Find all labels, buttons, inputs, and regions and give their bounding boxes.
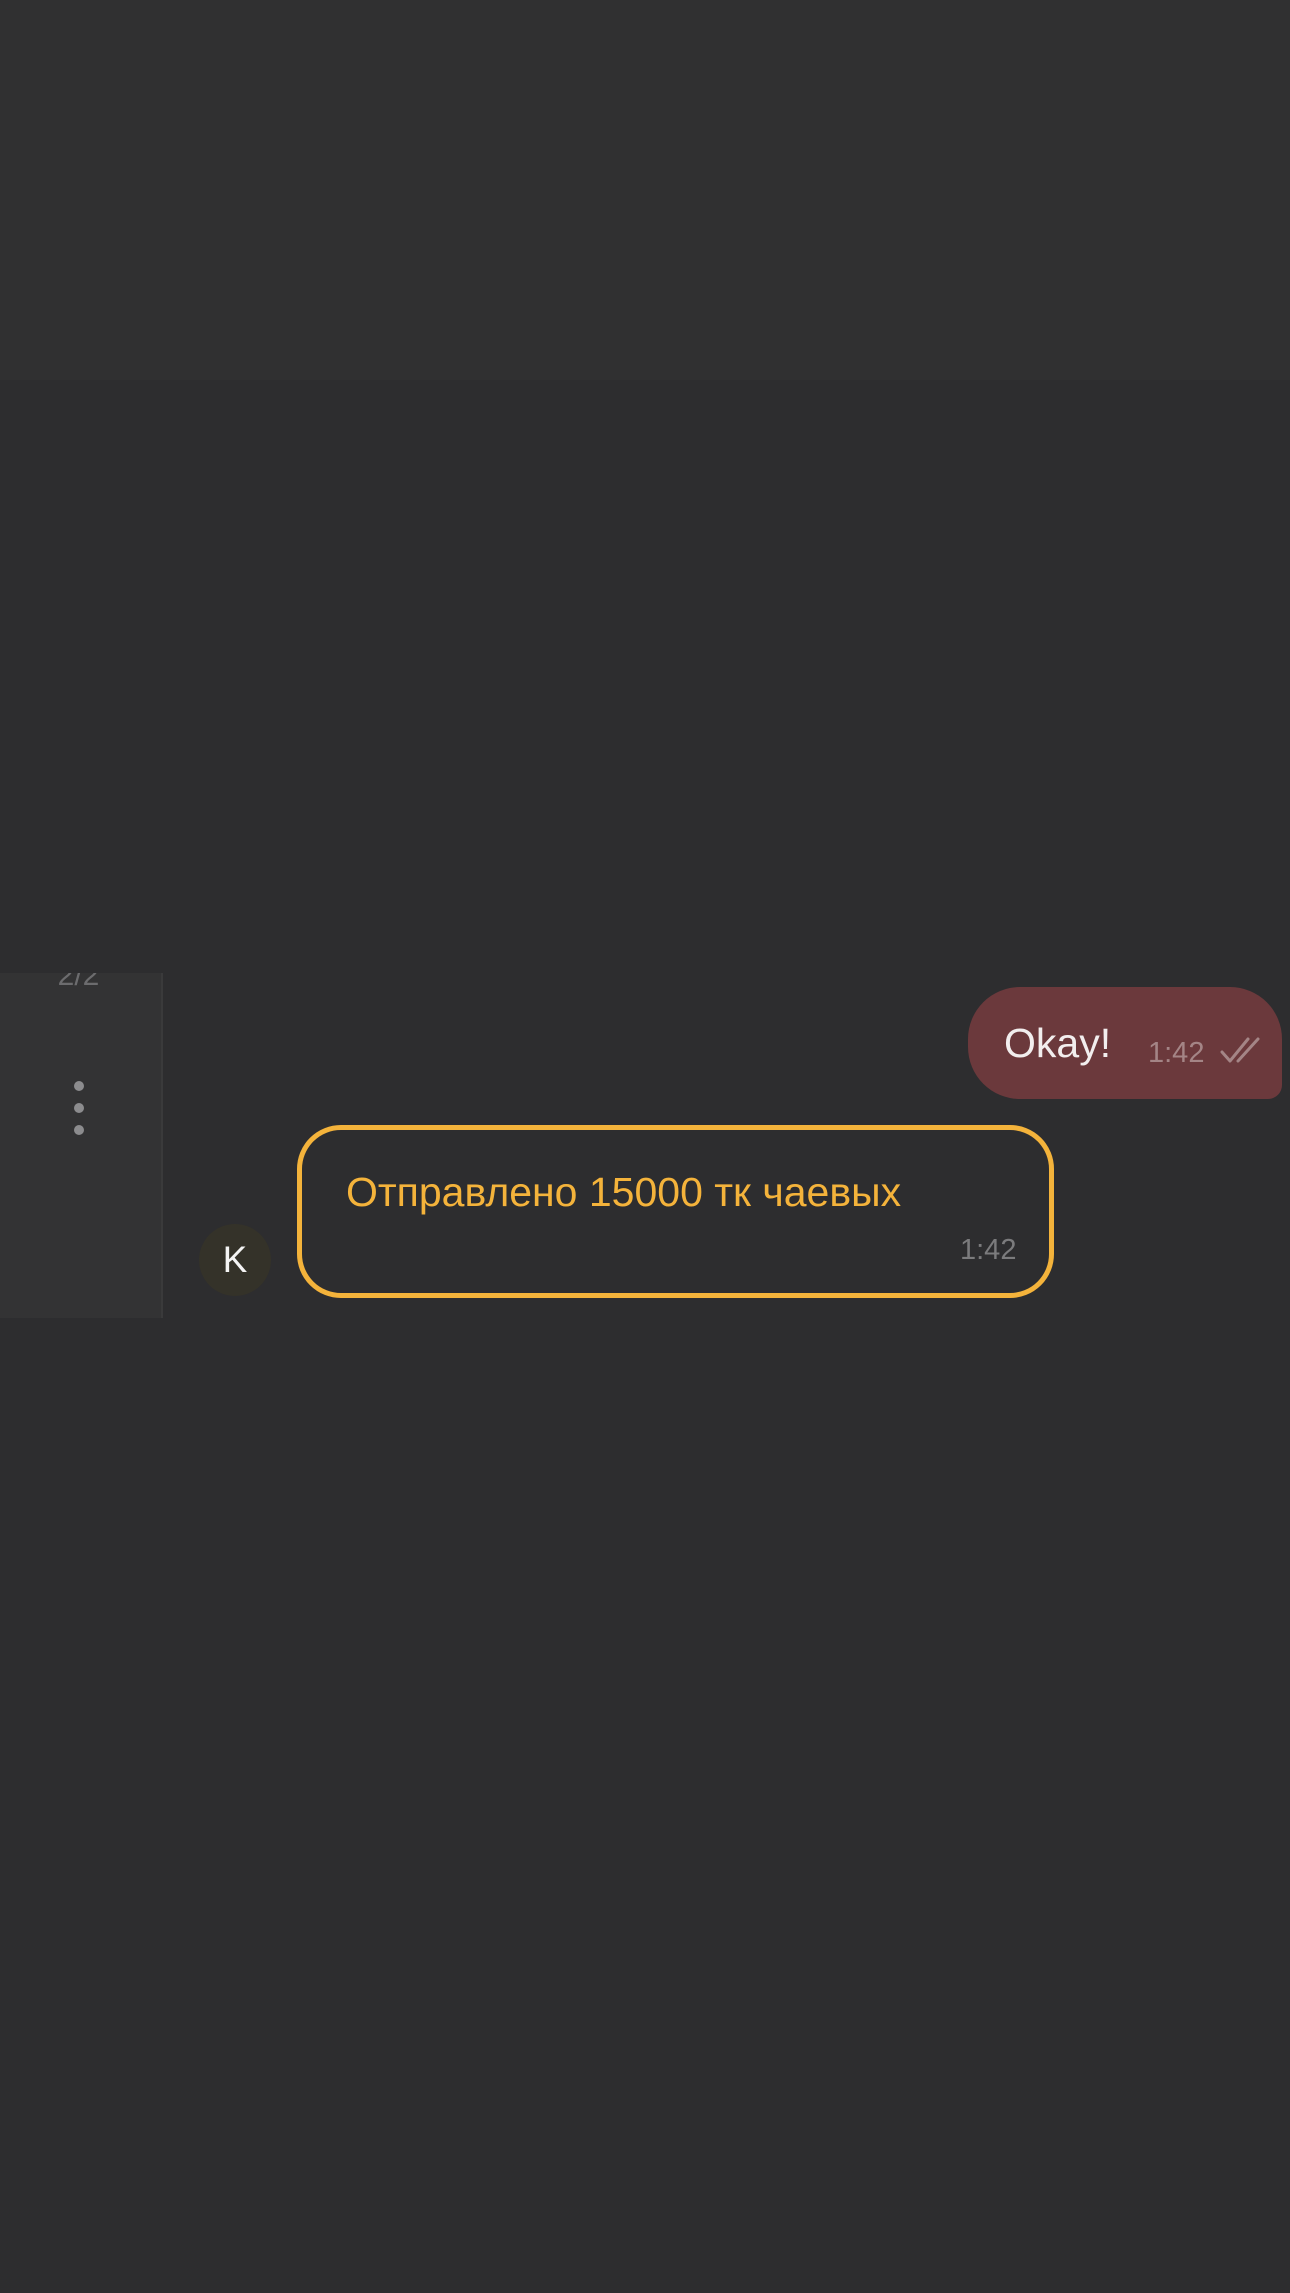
- incoming-tip-message[interactable]: Отправлено 15000 тк чаевых 1:42: [297, 1125, 1054, 1298]
- outgoing-message[interactable]: Okay! 1:42: [968, 987, 1282, 1099]
- chat-header-area: [0, 0, 1290, 380]
- side-panel: 2/2: [0, 973, 163, 1318]
- message-text: Отправлено 15000 тк чаевых: [346, 1169, 902, 1215]
- page-counter: 2/2: [57, 973, 100, 992]
- message-time: 1:42: [960, 1234, 1017, 1266]
- message-text: Okay!: [1004, 1020, 1112, 1066]
- double-check-icon: [1220, 1037, 1260, 1063]
- more-vertical-icon[interactable]: [64, 1081, 94, 1135]
- message-time: 1:42: [1148, 1037, 1205, 1069]
- avatar[interactable]: K: [199, 1224, 271, 1296]
